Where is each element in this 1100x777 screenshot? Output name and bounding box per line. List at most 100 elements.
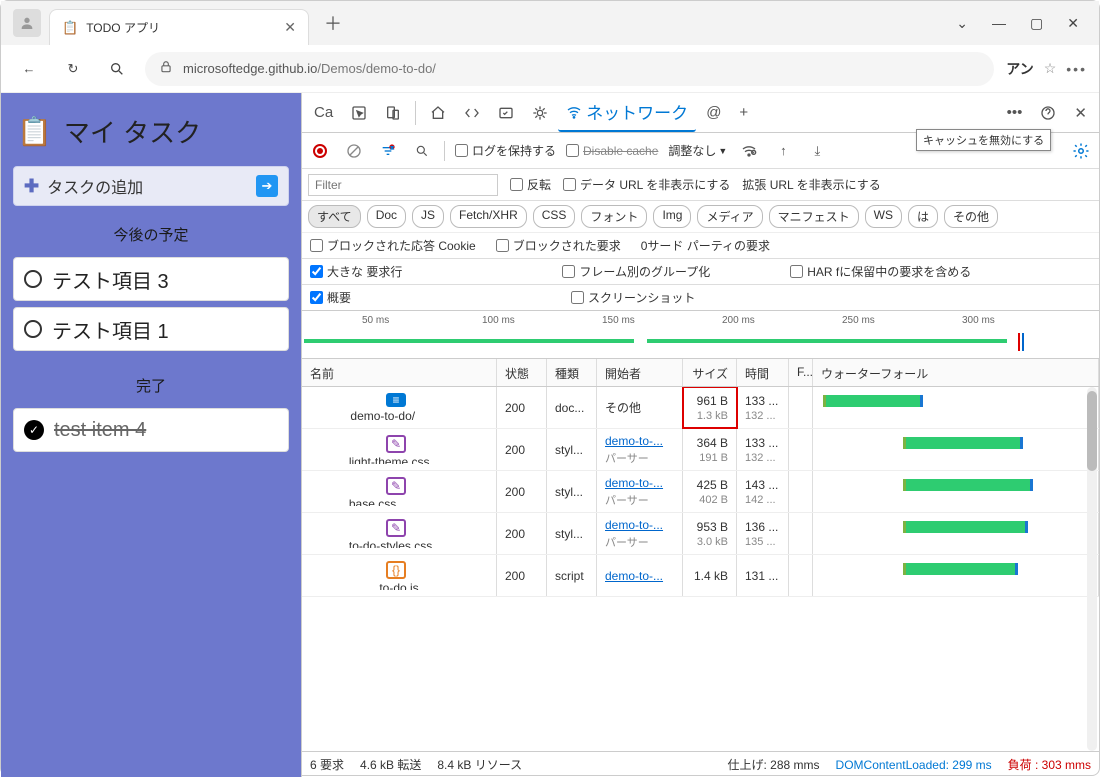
close-devtools-button[interactable]: ✕	[1066, 98, 1095, 128]
overview-checkbox[interactable]: 概要	[310, 289, 351, 306]
tab-plus[interactable]: +	[731, 98, 756, 127]
new-tab-button[interactable]: ＋	[317, 7, 349, 39]
col-f[interactable]: F...	[789, 359, 813, 386]
profile-label[interactable]: アン	[1006, 59, 1033, 79]
type-filter-WS[interactable]: WS	[865, 205, 902, 228]
browser-tab[interactable]: 📋 TODO アプリ ✕	[49, 9, 309, 45]
task-item-done[interactable]: ✓test item 4	[13, 408, 289, 452]
col-type[interactable]: 種類	[547, 359, 597, 386]
request-row[interactable]: ≡demo-to-do//Demos/demo-to-do200doc...その…	[302, 387, 1099, 429]
type-filter-メディア[interactable]: メディア	[697, 205, 762, 228]
request-type-filters: すべて Doc JS Fetch/XHR CSSフォント Img メディアマニフェスト WS は…	[302, 201, 1099, 233]
preserve-log-checkbox[interactable]: ログを保持する	[455, 142, 556, 159]
type-filter-Fetch/XHR[interactable]: Fetch/XHR	[450, 205, 527, 228]
type-filter-Img[interactable]: Img	[653, 205, 691, 228]
type-filter-CSS[interactable]: CSS	[533, 205, 576, 228]
timeline-overview[interactable]: 50 ms100 ms150 ms200 ms250 ms300 ms	[302, 311, 1099, 359]
task-item[interactable]: テスト項目 1	[13, 307, 289, 351]
type-filter-Doc[interactable]: Doc	[367, 205, 406, 228]
plus-icon: ✚	[24, 176, 39, 197]
blocked-requests-checkbox[interactable]: ブロックされた要求	[496, 237, 621, 254]
checked-icon[interactable]: ✓	[24, 420, 44, 440]
type-filter-マニフェスト[interactable]: マニフェスト	[769, 205, 859, 228]
close-window-button[interactable]: ✕	[1067, 15, 1079, 32]
throttling-select[interactable]: 調整なし ▼	[668, 142, 727, 159]
help-icon[interactable]	[1032, 99, 1064, 127]
upload-icon[interactable]: ↑	[771, 139, 795, 163]
cell-time: 136 ...135 ...	[737, 513, 789, 554]
request-row[interactable]: {}to-do.js200scriptdemo-to-...1.4 kB131 …	[302, 555, 1099, 597]
cell-status: 200	[497, 513, 547, 554]
type-filter-すべて[interactable]: すべて	[308, 205, 361, 228]
more-menu-icon[interactable]: •••	[1066, 61, 1087, 77]
disable-cache-checkbox[interactable]: Disable cache	[566, 144, 658, 158]
lock-icon	[159, 60, 173, 77]
include-har-checkbox[interactable]: HAR fに保留中の要求を含める	[790, 263, 971, 280]
cell-time: 133 ...132 ...	[737, 429, 789, 470]
cell-size: 953 B3.0 kB	[683, 513, 737, 554]
add-task-button[interactable]: ✚ タスクの追加 ➔	[13, 166, 289, 206]
close-tab-icon[interactable]: ✕	[284, 19, 296, 36]
search-icon[interactable]	[410, 139, 434, 163]
profile-avatar[interactable]	[13, 9, 41, 37]
settings-gear-icon[interactable]	[1069, 139, 1093, 163]
cell-f	[789, 429, 813, 470]
more-tools-icon[interactable]: •••	[999, 98, 1031, 127]
back-button[interactable]: ←	[13, 53, 45, 85]
request-row[interactable]: ✎light-theme.css/Demos/demo-to-d...200st…	[302, 429, 1099, 471]
col-time[interactable]: 時間	[737, 359, 789, 386]
tab-console-icon[interactable]	[456, 99, 488, 127]
upcoming-heading: 今後の予定	[13, 218, 289, 245]
large-rows-checkbox[interactable]: 大きな 要求行	[310, 263, 402, 280]
device-icon[interactable]	[377, 99, 409, 127]
col-name[interactable]: 名前	[302, 359, 497, 386]
request-name: base.css	[349, 497, 449, 506]
maximize-button[interactable]: ▢	[1030, 15, 1043, 32]
unchecked-icon[interactable]	[24, 320, 42, 338]
col-status[interactable]: 状態	[497, 359, 547, 386]
reload-button[interactable]: ↻	[57, 53, 89, 85]
type-filter-その他[interactable]: その他	[944, 205, 998, 228]
url-text: microsoftedge.github.io/Demos/demo-to-do…	[183, 61, 980, 76]
cell-initiator: その他	[597, 387, 683, 428]
unchecked-icon[interactable]	[24, 270, 42, 288]
blocked-cookies-checkbox[interactable]: ブロックされた応答 Cookie	[310, 237, 476, 254]
address-bar: ← ↻ microsoftedge.github.io/Demos/demo-t…	[1, 45, 1099, 93]
request-name: to-do.js	[379, 581, 418, 590]
col-size[interactable]: サイズ	[683, 359, 737, 386]
cell-status: 200	[497, 429, 547, 470]
type-filter-JS[interactable]: JS	[412, 205, 444, 228]
tab-elements-icon[interactable]	[422, 99, 454, 127]
invert-checkbox[interactable]: 反転	[510, 176, 551, 193]
wifi-icon[interactable]	[737, 139, 761, 163]
inspect-icon[interactable]	[343, 99, 375, 127]
col-initiator[interactable]: 開始者	[597, 359, 683, 386]
request-row[interactable]: ✎base.css/Demos/demo-to-d...200styl...de…	[302, 471, 1099, 513]
hide-data-urls-checkbox[interactable]: データ URL を非表示にする	[563, 176, 730, 193]
minimize-button[interactable]: —	[992, 15, 1006, 32]
task-item[interactable]: テスト項目 3	[13, 257, 289, 301]
type-filter-は[interactable]: は	[908, 205, 938, 228]
record-button[interactable]	[308, 139, 332, 163]
tab-sources-icon[interactable]	[490, 99, 522, 127]
tab-welcome[interactable]: Ca	[306, 98, 341, 127]
tab-network[interactable]: ネットワーク	[558, 93, 696, 132]
type-filter-フォント[interactable]: フォント	[581, 205, 647, 228]
tab-at[interactable]: @	[698, 98, 729, 127]
clear-button[interactable]	[342, 139, 366, 163]
tab-debug-icon[interactable]	[524, 99, 556, 127]
chevron-down-icon[interactable]: ⌄	[956, 15, 968, 32]
favorite-icon[interactable]: ☆	[1044, 60, 1057, 77]
request-row[interactable]: ✎to-do-styles.css/Demos/demo-to-d...200s…	[302, 513, 1099, 555]
screenshots-checkbox[interactable]: スクリーンショット	[571, 289, 695, 306]
col-waterfall[interactable]: ウォーターフォール	[813, 359, 1099, 386]
submit-arrow-icon[interactable]: ➔	[256, 175, 278, 197]
group-by-frame-checkbox[interactable]: フレーム別のグループ化	[562, 263, 710, 280]
search-icon[interactable]	[101, 53, 133, 85]
download-icon[interactable]: ⤓	[805, 139, 829, 163]
cell-status: 200	[497, 555, 547, 596]
filter-toggle-icon[interactable]: x	[376, 139, 400, 163]
url-field[interactable]: microsoftedge.github.io/Demos/demo-to-do…	[145, 52, 994, 86]
ruler-tick: 150 ms	[602, 315, 635, 326]
filter-input[interactable]	[308, 174, 498, 196]
